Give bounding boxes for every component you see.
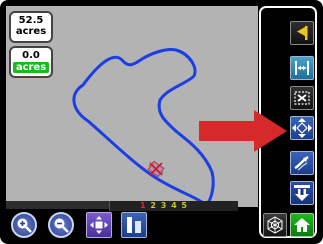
pan-arrows-icon — [90, 216, 108, 234]
implement-width-button[interactable] — [290, 56, 314, 80]
pan-button[interactable] — [290, 116, 314, 140]
section-indicators: 1 2 3 4 5 — [140, 201, 188, 211]
pan-arrows-icon — [292, 118, 312, 138]
total-area-value: 52.5 — [18, 15, 44, 26]
view-mode-button[interactable] — [121, 212, 147, 238]
zoom-out-button[interactable] — [48, 212, 74, 238]
total-area-readout: 52.5 acres — [9, 11, 53, 43]
width-arrows-icon — [295, 61, 309, 75]
split-view-icon — [127, 217, 141, 233]
headland-button[interactable] — [290, 181, 314, 205]
applied-area-value: 0.0 — [22, 50, 40, 61]
applied-area-readout: 0.0 acres — [9, 46, 53, 78]
home-icon — [294, 218, 310, 232]
red-arrow-icon — [199, 110, 287, 152]
vehicle-marker-icon — [147, 160, 165, 178]
setup-button[interactable] — [263, 213, 287, 237]
flag-icon — [297, 26, 308, 40]
home-button[interactable] — [290, 213, 314, 237]
section-inactive-label: 2 3 4 5 — [150, 201, 188, 210]
nudge-icon — [294, 156, 309, 171]
clear-selection-icon — [294, 91, 310, 105]
applied-area-unit: acres — [13, 62, 49, 73]
section-active-label: 1 — [140, 201, 147, 210]
spiderweb-icon — [267, 216, 283, 234]
callout-arrow — [197, 110, 289, 156]
headland-icon — [294, 185, 310, 201]
zoom-in-button[interactable] — [11, 212, 37, 238]
zoom-out-icon — [54, 218, 69, 233]
clear-button[interactable] — [290, 86, 314, 110]
mark-point-button[interactable] — [290, 21, 314, 45]
total-area-unit: acres — [15, 26, 47, 37]
field-boundary-path — [72, 48, 215, 206]
zoom-in-icon — [17, 218, 32, 233]
pan-view-button[interactable] — [86, 212, 112, 238]
nudge-button[interactable] — [290, 151, 314, 175]
